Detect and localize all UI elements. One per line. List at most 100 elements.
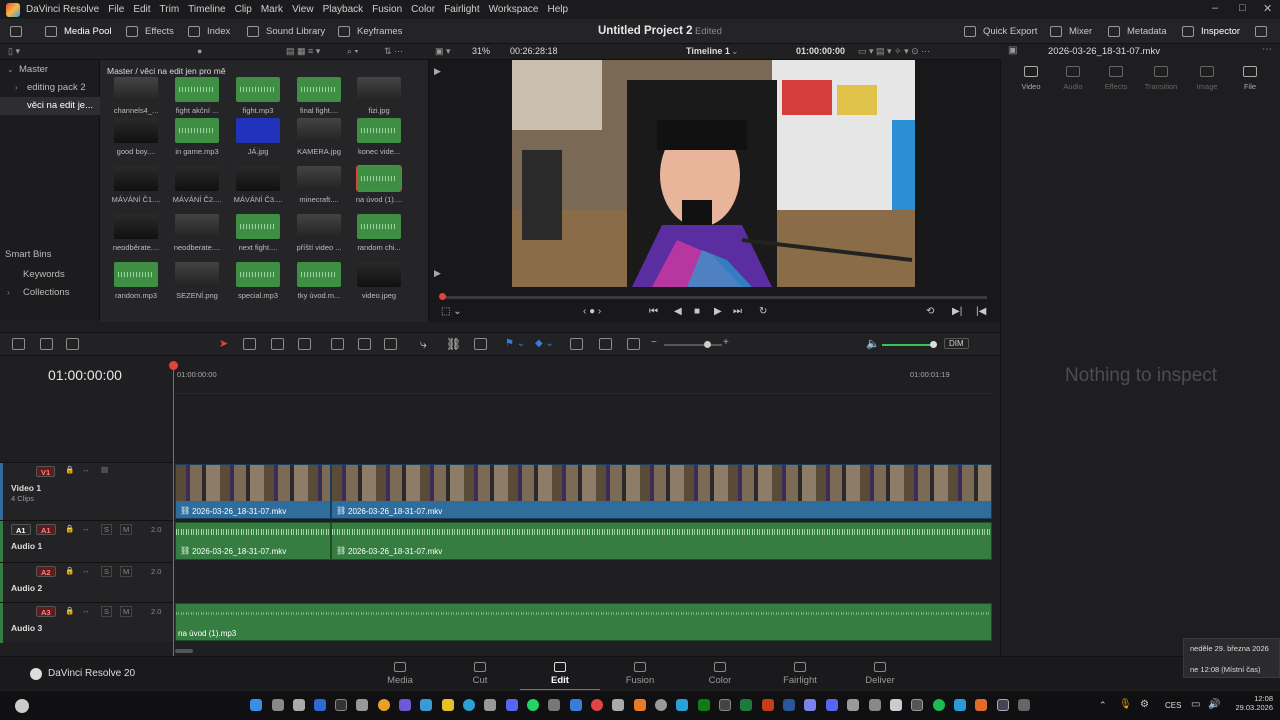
solo-button[interactable]: S — [101, 524, 113, 535]
word-icon[interactable] — [783, 699, 795, 711]
speaker-icon[interactable]: 🔊 — [1208, 699, 1220, 710]
auto-select-icon[interactable]: ↔ — [82, 524, 90, 533]
spotify-icon[interactable] — [933, 699, 945, 711]
media-clip[interactable]: video.jpeg — [355, 260, 403, 308]
flag-icon[interactable]: ⚑ ⌄ — [505, 338, 525, 349]
widgets-icon[interactable] — [15, 699, 29, 713]
app-icon[interactable] — [548, 699, 560, 711]
close-icon[interactable]: ✕ — [1263, 2, 1272, 15]
mute-button[interactable]: M — [120, 524, 133, 535]
inspector-more-icon[interactable]: ⋯ — [1262, 44, 1272, 55]
timeline-selector[interactable]: Timeline 1 — [686, 46, 730, 56]
menu-view[interactable]: View — [292, 4, 314, 15]
app-icon[interactable] — [420, 699, 432, 711]
tab-fusion[interactable]: Fusion — [600, 660, 680, 691]
thumbnail-size-slider[interactable]: ● — [197, 46, 202, 56]
menu-mark[interactable]: Mark — [261, 4, 283, 15]
menu-fairlight[interactable]: Fairlight — [444, 4, 480, 15]
app-icon[interactable] — [655, 699, 667, 711]
zoom-custom-icon[interactable] — [627, 338, 640, 350]
app-icon[interactable] — [335, 699, 347, 711]
track-badge-v1[interactable]: V1 — [36, 466, 56, 477]
smart-bin-collections[interactable]: › Collections — [0, 284, 100, 302]
marker-icon[interactable]: ◆ ⌄ — [535, 338, 554, 349]
mic-icon[interactable]: 🎙 — [1119, 699, 1132, 710]
previous-clip-icon[interactable]: ▶ — [434, 66, 441, 77]
app-icon[interactable] — [975, 699, 987, 711]
media-clip[interactable]: MÁVÁNÍ Č1.... — [112, 164, 160, 212]
match-frame-icon[interactable]: ⟲ — [926, 306, 934, 317]
loop-icon[interactable]: ↻ — [759, 306, 767, 317]
sort-icon[interactable]: ⇅ ⋯ — [384, 46, 403, 57]
menu-clip[interactable]: Clip — [235, 4, 252, 15]
app-icon[interactable] — [762, 699, 774, 711]
app-icon[interactable] — [890, 699, 902, 711]
track-badge-a3[interactable]: A3 — [36, 606, 56, 617]
audio-clip[interactable]: 2026-03-26_18-31-07.mkv ⛓ — [331, 522, 992, 560]
stop-icon[interactable]: ■ — [694, 306, 700, 317]
mute-button[interactable]: M — [120, 606, 133, 617]
volume-slider[interactable] — [882, 341, 937, 348]
timeline-ruler[interactable]: 01:00:00:00 01:00:01:19 — [175, 364, 992, 394]
media-clip[interactable]: konec vide... — [355, 116, 403, 164]
solo-button[interactable]: S — [101, 606, 113, 617]
prev-edit-icon[interactable]: |◀ — [976, 306, 986, 317]
tab-color[interactable]: Color — [680, 660, 760, 691]
tab-fairlight[interactable]: Fairlight — [760, 660, 840, 691]
lock-icon[interactable]: 🔒 — [65, 606, 74, 615]
video-toggle-icon[interactable]: ▤ — [101, 465, 108, 474]
media-clip[interactable]: random.mp3 — [112, 260, 160, 308]
solo-button[interactable]: S — [101, 566, 113, 577]
zoom-level[interactable]: 31% — [472, 46, 490, 56]
file-explorer-icon[interactable] — [442, 699, 454, 711]
quick-export-button[interactable]: Quick Export — [964, 23, 1037, 40]
minimize-icon[interactable]: – — [1212, 2, 1218, 14]
zoom-full-icon[interactable] — [570, 338, 583, 350]
tab-edit[interactable]: Edit — [520, 660, 600, 691]
excel-icon[interactable] — [740, 699, 752, 711]
timeline-zoom-slider[interactable] — [664, 341, 722, 348]
dim-button[interactable]: DIM — [944, 338, 969, 349]
lock-icon[interactable]: 🔒 — [65, 566, 74, 575]
insert-clip-icon[interactable] — [331, 338, 344, 350]
list-view-icon[interactable]: ▤ ▦ ≡ ▾ — [286, 46, 320, 57]
tab-file[interactable]: File — [1230, 66, 1270, 91]
davinci-taskbar-icon[interactable] — [997, 699, 1009, 711]
media-clip[interactable]: MÁVÁNÍ Č3.... — [234, 164, 282, 212]
link-icon[interactable]: ⛓ — [446, 337, 461, 351]
search-icon[interactable] — [272, 699, 284, 711]
clip-select-icon[interactable]: ⬚ ⌄ — [441, 306, 462, 317]
panel-toggle-icon[interactable] — [10, 23, 29, 40]
menu-workspace[interactable]: Workspace — [489, 4, 539, 15]
menu-file[interactable]: File — [108, 4, 124, 15]
bin-view-icon[interactable]: ▯ ▾ — [8, 46, 20, 57]
app-icon[interactable] — [911, 699, 923, 711]
fullscreen-icon[interactable] — [1255, 23, 1274, 40]
bin-master[interactable]: ⌄ Master — [0, 61, 100, 79]
jog-icon[interactable]: ‹ ● › — [583, 306, 601, 317]
scrubber-playhead[interactable] — [439, 293, 446, 300]
app-icon[interactable] — [1018, 699, 1030, 711]
bin-editing-pack[interactable]: › editing pack 2 — [0, 79, 100, 97]
zoom-out-icon[interactable]: − — [651, 337, 657, 348]
tab-video[interactable]: Video — [1011, 66, 1051, 91]
tab-media[interactable]: Media — [360, 660, 440, 691]
lock-icon[interactable]: 🔒 — [65, 524, 74, 533]
timeline-playhead[interactable] — [169, 361, 178, 656]
audio-clip[interactable]: na úvod (1).mp3 — [175, 603, 992, 641]
discord-icon[interactable] — [506, 699, 518, 711]
media-clip[interactable]: minecraft.... — [295, 164, 343, 212]
overwrite-clip-icon[interactable] — [358, 338, 371, 350]
app-icon[interactable] — [399, 699, 411, 711]
media-clip[interactable]: good boy.... — [112, 116, 160, 164]
video-frame[interactable] — [512, 60, 915, 287]
effects-button[interactable]: Effects — [126, 23, 174, 40]
app-icon[interactable] — [591, 699, 603, 711]
edge-icon[interactable] — [463, 699, 475, 711]
selection-tool-icon[interactable]: ➤ — [219, 337, 228, 350]
inspector-panel-icon[interactable]: ▣ — [1008, 45, 1017, 56]
app-icon[interactable] — [634, 699, 646, 711]
app-tray-icon[interactable]: ⚙ — [1140, 699, 1149, 710]
index-button[interactable]: Index — [188, 23, 230, 40]
zoom-slider-knob[interactable] — [704, 341, 711, 348]
